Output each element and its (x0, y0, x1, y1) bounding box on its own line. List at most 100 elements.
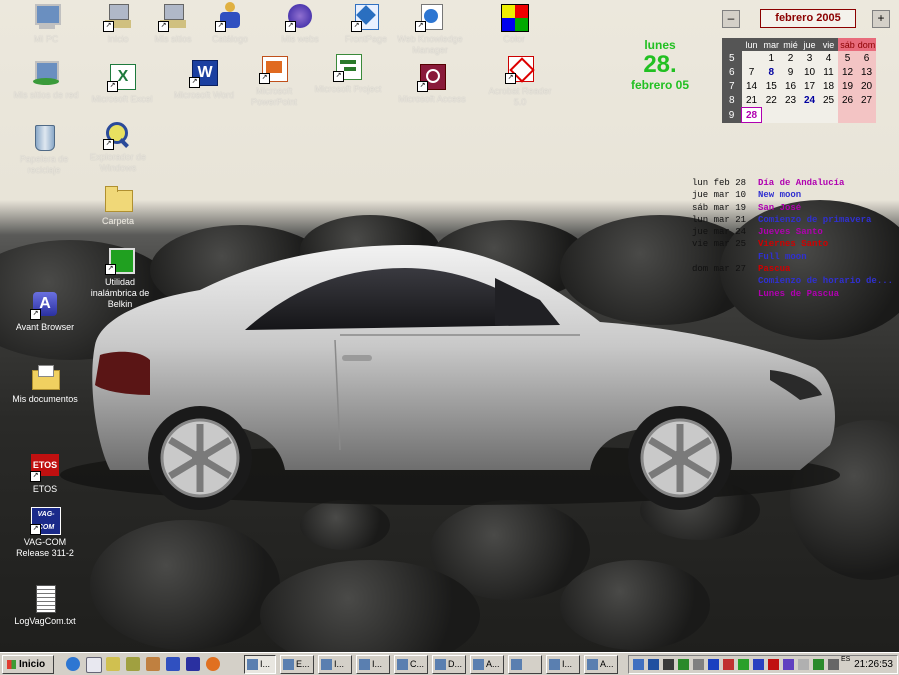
desktop-icon-mis-documentos[interactable]: Mis documentos (7, 362, 83, 405)
desktop-icon-catalogo[interactable]: ↗ Catálogo (192, 2, 268, 45)
tray-usb-icon[interactable] (798, 659, 809, 670)
desktop-icon-mi-pc[interactable]: Mi PC (8, 2, 84, 45)
tray-wireless-icon[interactable] (738, 659, 749, 670)
desktop-icon-mis-sitios-red[interactable]: Mis sitios de red (8, 58, 84, 101)
calendar-day[interactable]: 24 (800, 93, 819, 108)
calendar-day[interactable]: 20 (857, 79, 876, 93)
calendar-day[interactable]: 28 (741, 107, 762, 123)
quicklaunch-explorer-icon[interactable] (106, 657, 120, 671)
tray-antivirus-icon[interactable] (723, 659, 734, 670)
desktop-icon-utilidad[interactable]: ↗ Utilidad inalámbrica de Belkin (82, 245, 158, 310)
calendar-day[interactable]: 9 (781, 65, 800, 79)
taskbar-window-label: I... (334, 659, 345, 669)
tray-volume-icon[interactable] (693, 659, 704, 670)
tray-k-icon[interactable] (768, 659, 779, 670)
ie-document-icon: ↗ (415, 2, 445, 32)
calendar-weekday: vie (819, 38, 838, 51)
taskbar-window-button[interactable]: I... (546, 655, 580, 674)
calendar-week-row: 6 7 8 9 10 11 12 13 (722, 65, 876, 79)
clock[interactable]: 21:26:53 (854, 656, 893, 673)
calendar-week-number: 9 (722, 107, 742, 123)
quicklaunch-arrow-icon[interactable] (166, 657, 180, 671)
taskbar-window-button[interactable] (508, 655, 542, 674)
tray-status-icon[interactable] (813, 659, 824, 670)
calendar-day[interactable]: 27 (857, 93, 876, 108)
calendar-day[interactable]: 14 (741, 79, 762, 93)
calendar-day[interactable]: 12 (838, 65, 857, 79)
quicklaunch-avant-icon[interactable] (186, 657, 200, 671)
calendar-day[interactable]: 2 (781, 51, 800, 65)
desktop-icon-project[interactable]: ↗ Microsoft Project (310, 52, 386, 95)
calendar-weekday: jue (800, 38, 819, 51)
calendar-day[interactable]: 23 (781, 93, 800, 108)
computer-icon (31, 2, 61, 32)
calendar-day[interactable]: 15 (761, 79, 781, 93)
calendar-day[interactable]: 6 (857, 51, 876, 65)
calendar-day[interactable]: 1 (761, 51, 781, 65)
event-text: Jueves Santo (758, 227, 823, 238)
calendar-prev-button[interactable]: – (722, 10, 740, 28)
desktop-icon-etos[interactable]: ETOS ↗ ETOS (7, 452, 83, 495)
calendar-week-row: 7 14 15 16 17 18 19 20 (722, 79, 876, 93)
calendar-day[interactable]: 8 (761, 65, 781, 79)
access-key-icon: ↗ (417, 62, 447, 92)
tray-shield-icon[interactable] (648, 659, 659, 670)
desktop-icon-acrobat[interactable]: ↗ Acrobat Reader 5.0 (482, 54, 558, 108)
calendar-day[interactable]: 19 (838, 79, 857, 93)
calendar-day (761, 107, 781, 123)
taskbar: Inicio I... E... I... I... C... D... A... I... A… (0, 652, 899, 675)
desktop-icon-mis-webs[interactable]: ↗ Mis webs (262, 2, 338, 45)
calendar-day[interactable]: 26 (838, 93, 857, 108)
desktop-icon-access[interactable]: ↗ Microsoft Access (394, 62, 470, 105)
desktop-icon-avant[interactable]: A ↗ Avant Browser (7, 290, 83, 333)
desktop-icon-powerpoint[interactable]: ↗ Microsoft PowerPoint (236, 54, 312, 108)
desktop-icon-word[interactable]: W ↗ Microsoft Word (166, 58, 242, 101)
calendar-day[interactable]: 11 (819, 65, 838, 79)
quicklaunch-tools-icon[interactable] (126, 657, 140, 671)
calendar-day[interactable]: 17 (800, 79, 819, 93)
tray-misc-icon[interactable] (828, 659, 839, 670)
quicklaunch-desktop-icon[interactable] (86, 657, 102, 673)
desktop-icon-excel[interactable]: X ↗ Microsoft Excel (84, 62, 160, 105)
calendar-day[interactable]: 10 (800, 65, 819, 79)
tray-sync-icon[interactable] (678, 659, 689, 670)
quicklaunch-ie-icon[interactable] (66, 657, 80, 671)
desktop-icon-logvag[interactable]: LogVagCom.txt (7, 584, 83, 627)
calendar-day[interactable]: 5 (838, 51, 857, 65)
calendar-day[interactable]: 13 (857, 65, 876, 79)
taskbar-window-button[interactable]: A... (584, 655, 618, 674)
calendar-day[interactable]: 3 (800, 51, 819, 65)
calendar-day[interactable]: 22 (761, 93, 781, 108)
desktop-icon-color[interactable]: Color (476, 2, 552, 45)
tray-network-icon[interactable] (633, 659, 644, 670)
start-button[interactable]: Inicio (2, 655, 54, 674)
calendar-next-button[interactable]: + (872, 10, 890, 28)
quicklaunch-app-icon[interactable] (146, 657, 160, 671)
taskbar-window-button[interactable]: E... (280, 655, 314, 674)
taskbar-window-button[interactable]: I... (318, 655, 352, 674)
taskbar-window-button[interactable]: C... (394, 655, 428, 674)
calendar-day[interactable]: 4 (819, 51, 838, 65)
desktop-icon-carpeta[interactable]: Carpeta (80, 184, 156, 227)
tray-app-icon[interactable] (783, 659, 794, 670)
desktop-icon-explorador[interactable]: ↗ Explorador de Windows (80, 120, 156, 174)
calendar-day[interactable]: 18 (819, 79, 838, 93)
desktop-icon-web-knowledge[interactable]: ↗ Web Knowledge Manager (392, 2, 468, 56)
desktop-icon-vagcom[interactable]: VAG-COM ↗ VAG-COM Release 311-2 (7, 505, 83, 559)
quicklaunch-firefox-icon[interactable] (206, 657, 220, 671)
network-places-icon (31, 58, 61, 88)
tray-phone-icon[interactable] (663, 659, 674, 670)
taskbar-window-button[interactable]: A... (470, 655, 504, 674)
taskbar-window-button[interactable]: I... (244, 655, 276, 674)
tray-bluetooth-icon[interactable] (753, 659, 764, 670)
taskbar-window-button[interactable]: D... (432, 655, 466, 674)
language-indicator[interactable]: ES (841, 656, 850, 664)
calendar-day (838, 107, 857, 123)
calendar-day[interactable]: 7 (741, 65, 762, 79)
taskbar-window-button[interactable]: I... (356, 655, 390, 674)
calendar-day[interactable]: 21 (741, 93, 762, 108)
calendar-day[interactable]: 25 (819, 93, 838, 108)
tray-display-icon[interactable] (708, 659, 719, 670)
calendar-day[interactable]: 16 (781, 79, 800, 93)
desktop-icon-papelera[interactable]: Papelera de reciclaje (6, 122, 82, 176)
